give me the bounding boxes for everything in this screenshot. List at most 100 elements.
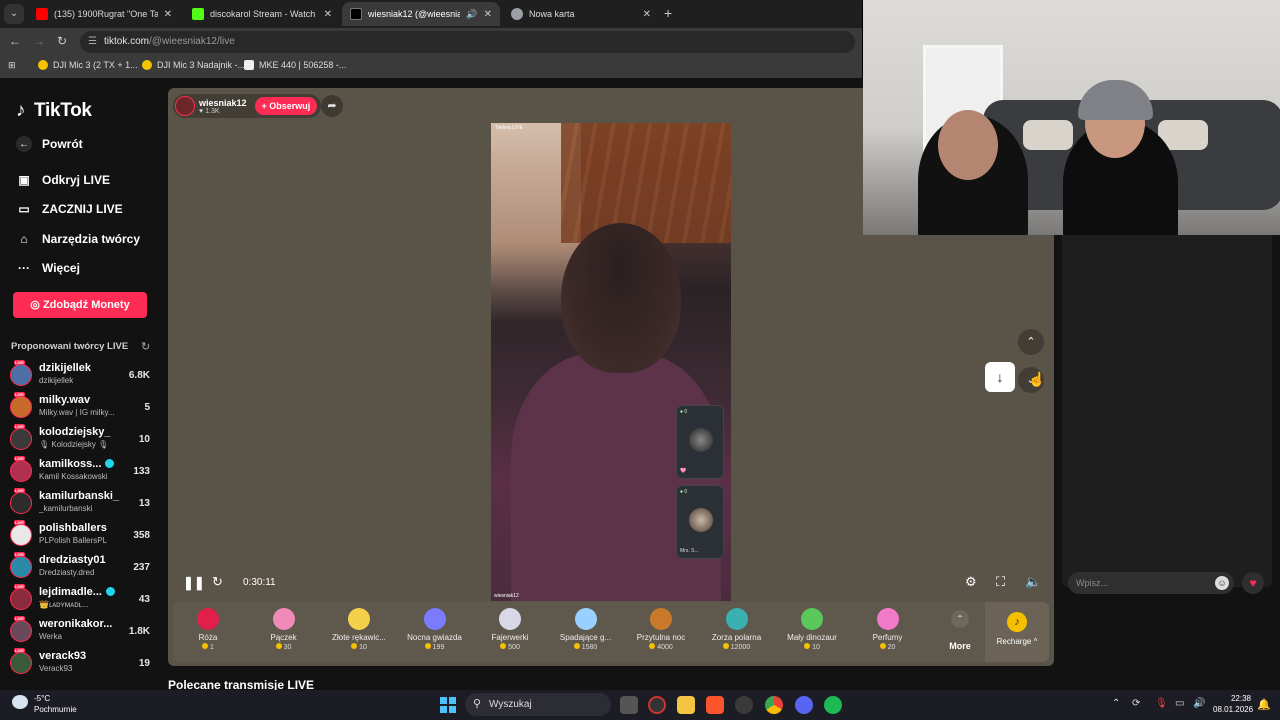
tab-tiktok[interactable]: wiesniak12 (@wieesniak12) 🔊 ✕ — [342, 2, 500, 26]
gift-item[interactable]: Spadające g... 1580 — [551, 606, 621, 658]
chrome-icon[interactable] — [765, 696, 783, 714]
back-icon[interactable]: ← — [9, 34, 21, 48]
guest-avatar — [689, 508, 713, 532]
back-link[interactable]: ← Powrót — [16, 136, 83, 152]
more-gifts-button[interactable]: ⌃ More — [935, 606, 985, 651]
tiktok-logo[interactable]: ♪ TikTok — [16, 100, 92, 122]
viewer-count: 5 — [144, 402, 150, 413]
spotify-icon[interactable] — [824, 696, 842, 714]
tab-title: (135) 1900Rugrat "One Take Fr — [54, 9, 158, 19]
creator-subtitle: Milky.wav | IG milky... — [39, 408, 115, 417]
live-badge: LIVE — [14, 552, 25, 557]
follow-button[interactable]: + Obserwuj — [254, 97, 318, 115]
gift-item[interactable]: Fajerwerki 500 — [475, 606, 545, 658]
gift-icon — [725, 608, 748, 630]
clock[interactable]: 22:38 08.01.2026 — [1213, 693, 1253, 715]
gift-item[interactable]: Złote rękawic... 10 — [324, 606, 394, 658]
emoji-icon[interactable]: ☺ — [1215, 576, 1229, 590]
microphone-icon[interactable]: 🎙 — [1155, 698, 1168, 709]
settings-icon[interactable]: ⚙ — [965, 574, 977, 590]
guest-badge: ● 0 — [680, 489, 688, 495]
gift-item[interactable]: Nocna gwiazda 199 — [400, 606, 470, 658]
heart-icon[interactable]: ♥ — [1242, 572, 1264, 594]
close-icon[interactable]: ✕ — [324, 9, 332, 20]
gift-item[interactable]: Zorza polarna 12000 — [702, 606, 772, 658]
get-coins-label: Zdobądź Monety — [42, 299, 130, 311]
tab-search-button[interactable]: ⌄ — [4, 4, 24, 24]
discord-icon[interactable] — [795, 696, 813, 714]
gift-name: Róża — [198, 633, 218, 642]
notification-bell-icon[interactable]: 🔔 — [1257, 698, 1271, 711]
bookmark-3[interactable]: MKE 440 | 506258 -... — [244, 60, 346, 70]
creator-row[interactable]: LIVE weronikakor... Werka 1.8K — [10, 616, 155, 648]
volume-icon[interactable]: 🔊 — [1193, 698, 1205, 709]
apps-icon[interactable]: ⊞ — [8, 60, 16, 71]
gift-item[interactable]: Przytulna noc 4000 — [626, 606, 696, 658]
previous-live-button[interactable]: ⌃ — [1018, 329, 1044, 355]
recharge-button[interactable]: ♪ Recharge ^ — [985, 602, 1049, 662]
viewer-count: 6.8K — [128, 370, 150, 381]
creator-row[interactable]: LIVE milky.wav Milky.wav | IG milky... 5 — [10, 392, 155, 424]
tab-new-tab[interactable]: Nowa karta ✕ — [503, 2, 659, 26]
live-video[interactable]: Twitma LIVE wiesniak12 ● 0 🩷 ● 0 Mrs. S.… — [491, 123, 731, 601]
live-badge: LIVE — [14, 456, 25, 461]
address-bar[interactable]: ☰ tiktok.com/@wieesniak12/live — [80, 31, 855, 53]
gift-item[interactable]: Perfumy 20 — [853, 606, 923, 658]
creator-row[interactable]: LIVE kolodziejsky_ 🎙 Kolodziejsky 🎙 10 — [10, 424, 155, 456]
chevron-up-icon[interactable]: ⌃ — [1112, 698, 1120, 709]
gift-item[interactable]: Mały dinozaur 10 — [777, 606, 847, 658]
bookmark-2[interactable]: DJI Mic 3 Nadajnik -... — [142, 60, 245, 70]
guest-tile-1[interactable]: ● 0 🩷 — [676, 405, 724, 479]
refresh-stream-icon[interactable]: ↻ — [212, 574, 223, 590]
ccleaner-icon[interactable] — [735, 696, 753, 714]
tab-title: Nowa karta — [529, 9, 575, 19]
get-coins-button[interactable]: ◎ Zdobądź Monety — [13, 292, 147, 318]
network-icon[interactable]: ▭ — [1175, 698, 1184, 709]
chat-input[interactable]: Wpisz... ☺ — [1068, 572, 1234, 594]
brave-icon[interactable] — [706, 696, 724, 714]
taskbar-search[interactable]: ⚲ Wyszukaj — [465, 693, 611, 716]
sidebar-item-start-live[interactable]: ▭ ZACZNIJ LIVE — [16, 201, 122, 217]
tab-youtube[interactable]: (135) 1900Rugrat "One Take Fr ✕ — [28, 2, 180, 26]
close-icon[interactable]: ✕ — [643, 9, 651, 20]
close-icon[interactable]: ✕ — [164, 9, 172, 20]
webcam-person-left-head — [938, 110, 998, 180]
creator-row[interactable]: LIVE polishballers PLPolish BallersPL 358 — [10, 520, 155, 552]
refresh-icon[interactable]: ↻ — [141, 340, 150, 353]
reload-icon[interactable]: ↻ — [57, 34, 67, 48]
task-view-icon[interactable] — [620, 696, 638, 714]
host-name[interactable]: wiesniak12 — [199, 98, 247, 108]
creator-row[interactable]: LIVE verack93 Verack93 19 — [10, 648, 155, 680]
site-info-icon[interactable]: ☰ — [88, 31, 97, 53]
pause-icon[interactable]: ❚❚ — [183, 575, 205, 591]
webcam-overlay — [863, 0, 1280, 235]
creator-row[interactable]: LIVE dzikijellek dzikijellek 6.8K — [10, 360, 155, 392]
speaker-icon[interactable]: 🔊 — [466, 9, 477, 20]
share-icon[interactable]: ➦ — [321, 95, 343, 117]
file-explorer-icon[interactable] — [677, 696, 695, 714]
creator-avatar — [10, 364, 32, 386]
sidebar-item-discover-live[interactable]: ▣ Odkryj LIVE — [16, 172, 110, 188]
bookmark-1[interactable]: DJI Mic 3 (2 TX + 1... — [38, 60, 138, 70]
volume-icon[interactable]: 🔈 — [1025, 574, 1041, 590]
creator-subtitle: PLPolish BallersPL — [39, 536, 108, 545]
creator-row[interactable]: LIVE lejdimadle... 👑ʟᴀᴅʏᴍᴀᴅʟ... 43 — [10, 584, 155, 616]
tab-kick[interactable]: discokarol Stream - Watch Live ✕ — [184, 2, 340, 26]
gift-item[interactable]: Pączek 30 — [249, 606, 319, 658]
creator-row[interactable]: LIVE kamilurbanski_ _kamilurbanski 13 — [10, 488, 155, 520]
host-avatar[interactable] — [175, 96, 195, 116]
guest-tile-2[interactable]: ● 0 Mrs. S... — [676, 485, 724, 559]
forward-icon[interactable]: → — [33, 34, 45, 48]
close-icon[interactable]: ✕ — [484, 9, 492, 20]
sidebar-item-more[interactable]: ··· Więcej — [16, 260, 80, 276]
sidebar-item-creator-tools[interactable]: ⌂ Narzędzia twórcy — [16, 231, 140, 247]
download-icon[interactable]: ↓ — [985, 362, 1015, 392]
creator-row[interactable]: LIVE dredziasty01 Dredziasty.dred 237 — [10, 552, 155, 584]
creator-row[interactable]: LIVE kamilkoss... Kamil Kossakowski 133 — [10, 456, 155, 488]
windows-start-icon[interactable] — [440, 697, 456, 713]
new-tab-button[interactable]: + — [664, 5, 672, 21]
sync-icon[interactable]: ⟳ — [1132, 698, 1140, 709]
app-icon[interactable] — [648, 696, 666, 714]
gift-item[interactable]: Róża 1 — [173, 606, 243, 658]
fullscreen-icon[interactable]: ⛶ — [996, 574, 1005, 590]
